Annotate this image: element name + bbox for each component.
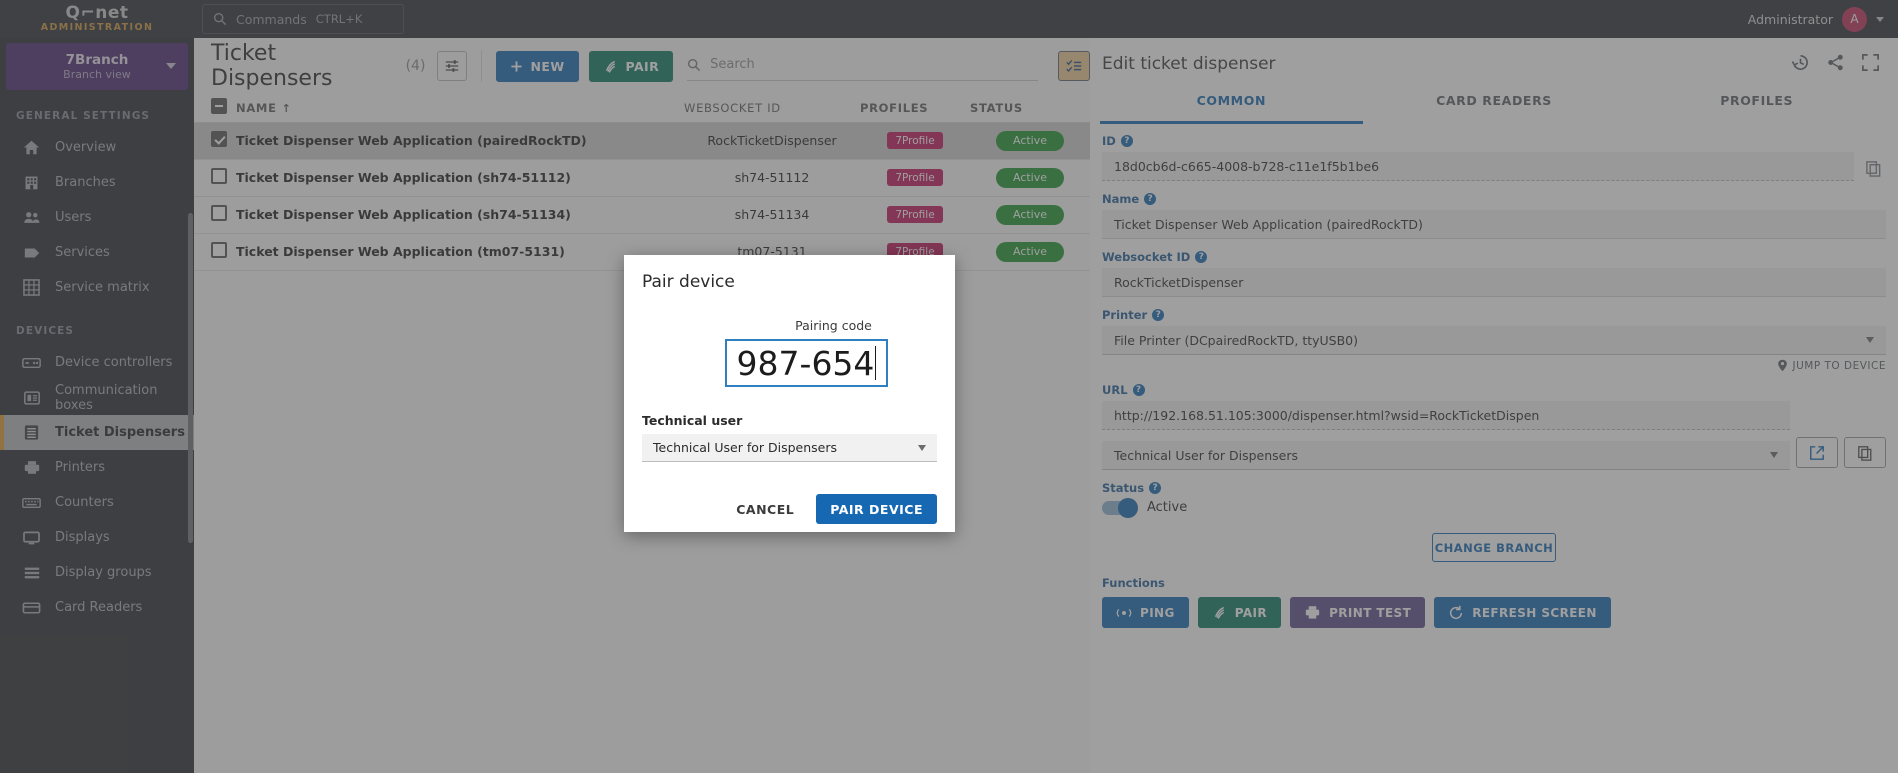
modal-title: Pair device (642, 272, 735, 292)
pairing-code-value: 987-654 (736, 343, 875, 383)
pairing-code-input[interactable]: 987-654 (725, 339, 888, 387)
text-cursor (875, 346, 877, 380)
pairing-code-label: Pairing code (795, 318, 872, 333)
modal-footer: CANCEL PAIR DEVICE (642, 494, 937, 524)
pair-device-confirm-button[interactable]: PAIR DEVICE (816, 494, 937, 524)
cancel-button[interactable]: CANCEL (722, 494, 809, 524)
pair-device-modal: Pair device Pairing code 987-654 Technic… (624, 255, 955, 532)
technical-user-label: Technical user (642, 413, 743, 428)
modal-technical-user-value: Technical User for Dispensers (653, 440, 838, 455)
modal-technical-user-select[interactable]: Technical User for Dispensers (642, 434, 937, 462)
chevron-down-icon (918, 444, 926, 451)
app-root: Q⌐net ADMINISTRATION Commands CTRL+K Adm… (0, 0, 1898, 773)
